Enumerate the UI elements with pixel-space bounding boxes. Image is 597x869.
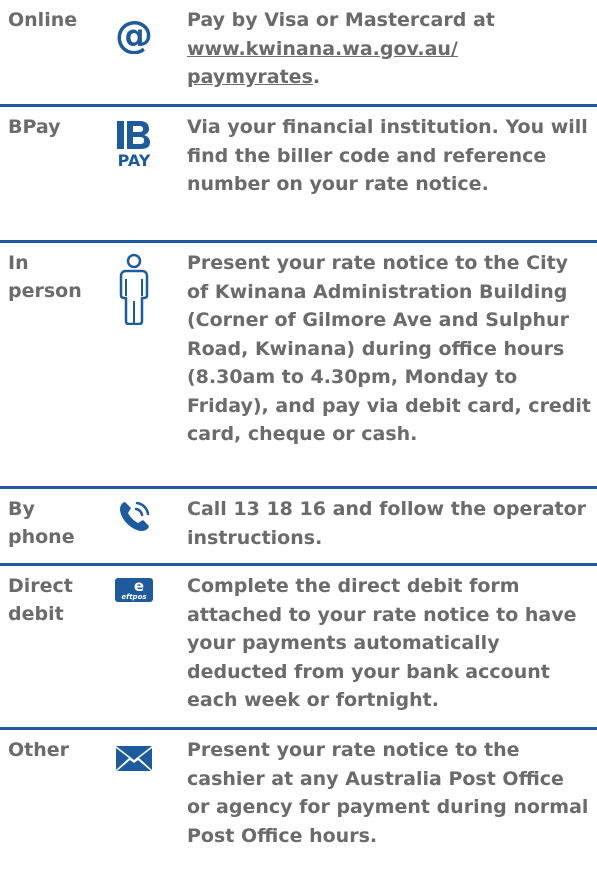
method-label-online: Online bbox=[8, 9, 78, 31]
row-in-person: In person Present your rate notice to th… bbox=[0, 243, 597, 489]
description-online: Pay by Visa or Mastercard at www.kwinana… bbox=[187, 6, 592, 92]
svg-text:@: @ bbox=[115, 13, 153, 54]
description-other: Present your rate notice to the cashier … bbox=[187, 739, 589, 847]
svg-text:PAY: PAY bbox=[118, 151, 151, 169]
method-label-other: Other bbox=[8, 739, 70, 761]
envelope-icon bbox=[106, 744, 162, 772]
description-bpay: Via your financial institution. You will… bbox=[187, 116, 588, 195]
row-online: Online @ Pay by Visa or Mastercard at ww… bbox=[0, 0, 597, 107]
method-label-bpay: BPay bbox=[8, 116, 61, 138]
description-text-end: . bbox=[312, 66, 321, 88]
row-by-phone: By phone Call 13 18 16 and follow the op… bbox=[0, 489, 597, 566]
payment-methods-table: Online @ Pay by Visa or Mastercard at ww… bbox=[0, 0, 597, 869]
description-by-phone: Call 13 18 16 and follow the operator in… bbox=[187, 498, 587, 549]
row-bpay: BPay PAY Via your financial institution.… bbox=[0, 107, 597, 243]
row-other: Other Present your rate notice to the ca… bbox=[0, 730, 597, 869]
description-text: Pay by Visa or Mastercard at bbox=[187, 9, 495, 31]
svg-text:eftpos: eftpos bbox=[121, 593, 146, 601]
method-label-in-person: In person bbox=[8, 252, 82, 302]
method-label-by-phone: By phone bbox=[8, 498, 75, 548]
description-in-person: Present your rate notice to the City of … bbox=[187, 252, 592, 445]
method-label-direct-debit: Direct debit bbox=[8, 575, 73, 625]
row-direct-debit: Direct debit e eftpos Complete the direc… bbox=[0, 566, 597, 730]
at-sign-icon: @ bbox=[106, 10, 162, 54]
eftpos-logo-icon: e eftpos bbox=[106, 578, 162, 602]
bpay-logo-icon: PAY bbox=[106, 119, 162, 169]
description-direct-debit: Complete the direct debit form attached … bbox=[187, 575, 577, 711]
paymyrates-link[interactable]: www.kwinana.wa.gov.au/ paymyrates bbox=[187, 38, 458, 89]
phone-icon bbox=[106, 499, 162, 535]
person-icon bbox=[106, 253, 162, 325]
